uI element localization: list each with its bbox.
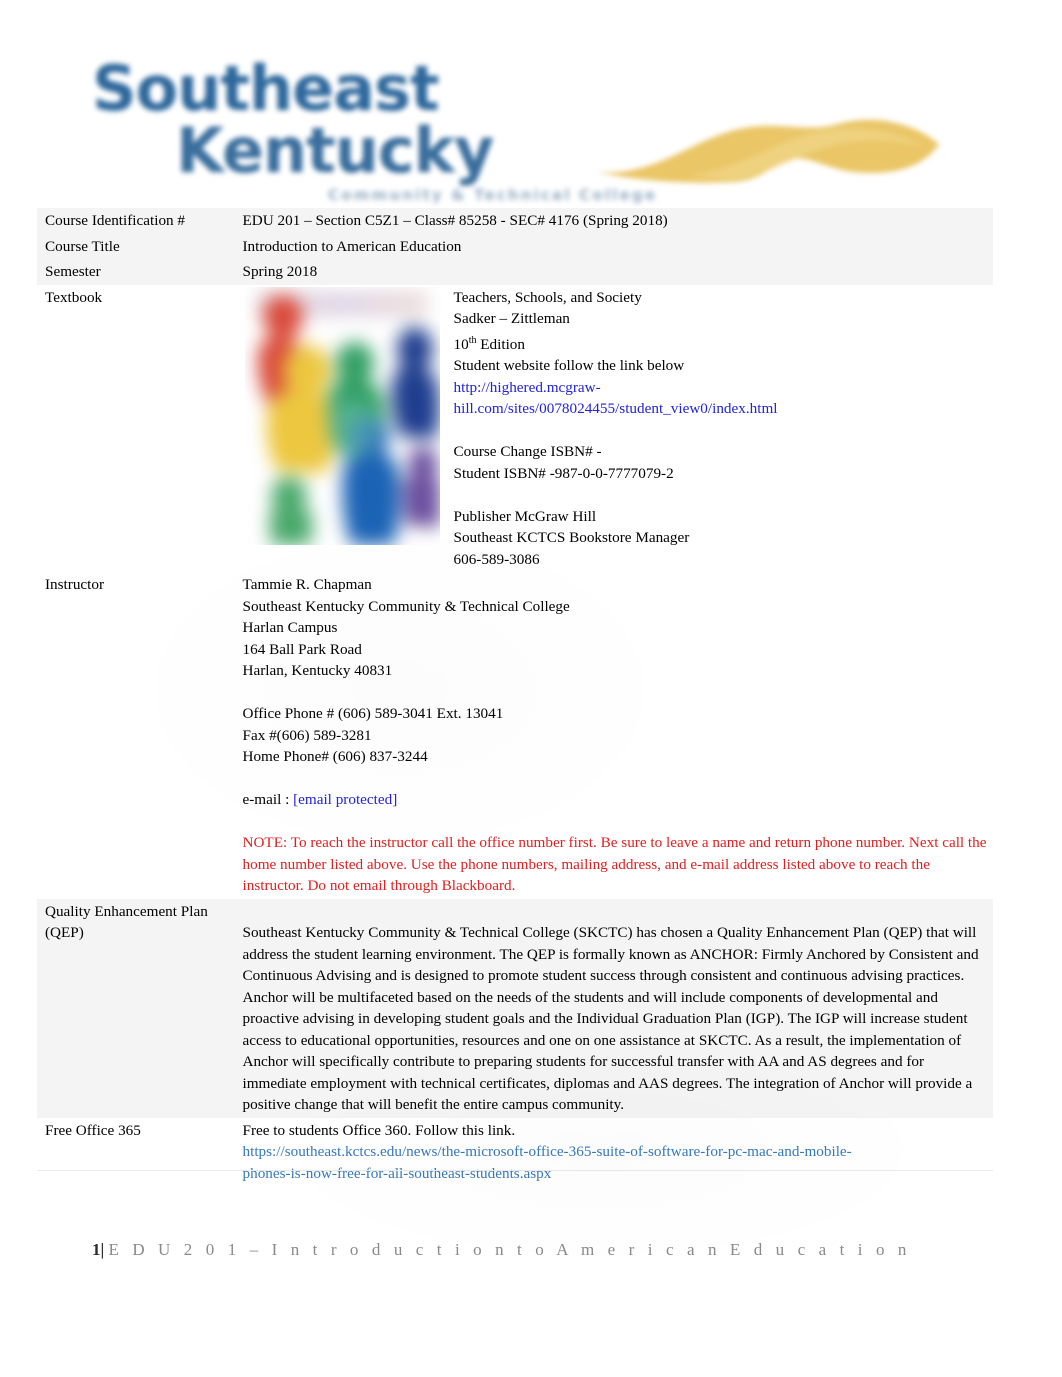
bookstore-manager: Southeast KCTCS Bookstore Manager [453, 529, 690, 547]
office365-intro: Free to students Office 360. Follow this… [242, 1121, 516, 1139]
office365-link-part2[interactable]: phones-is-now-free-for-all-southeast-stu… [243, 1165, 552, 1182]
footer-separator: | [100, 1240, 109, 1259]
instructor-email-row: e-mail : [email protected] [243, 789, 988, 811]
bookstore-phone: 606-589-3086 [453, 550, 540, 568]
row-label: Quality Enhancement Plan (QEP) [37, 898, 235, 1118]
row-value-textbook: Teachers, Schools, and Society Sadker – … [234, 284, 993, 573]
course-info-table: Course Identification # EDU 201 – Sectio… [37, 208, 993, 1187]
qep-paragraph: Southeast Kentucky Community & Technical… [242, 924, 979, 1114]
instructor-fax: Fax #(606) 589-3281 [242, 726, 372, 744]
page-footer: 1| E D U 2 0 1 – I n t r o d u c t i o n… [92, 1240, 911, 1260]
course-change-isbn: Course Change ISBN# - [453, 443, 602, 461]
office365-url-line1[interactable]: https://southeast.kctcs.edu/news/the-mic… [243, 1141, 988, 1163]
logo-subtitle: Community & Technical College [328, 186, 658, 204]
row-label: Course Identification # [37, 208, 235, 234]
cover-figures-icon [257, 294, 440, 545]
logo-word-kentucky: Kentucky [176, 114, 494, 187]
table-row-instructor: Instructor Tammie R. Chapman Southeast K… [37, 572, 993, 899]
right-margin [1000, 0, 1062, 1377]
student-isbn: Student ISBN# -987-0-0-7777079-2 [453, 464, 674, 482]
textbook-title: Teachers, Schools, and Society [453, 288, 642, 306]
row-label: Textbook [37, 284, 235, 573]
instructor-contact-note: NOTE: To reach the instructor call the o… [242, 834, 987, 895]
office365-url-line2[interactable]: phones-is-now-free-for-all-southeast-stu… [243, 1163, 988, 1185]
email-label: e-mail : [242, 791, 294, 809]
publisher: Publisher McGraw Hill [453, 507, 597, 525]
edition-word: Edition [476, 335, 525, 353]
left-margin [0, 0, 33, 1377]
instructor-home-phone: Home Phone# (606) 837-3244 [242, 748, 428, 766]
mcgraw-hill-link-part1[interactable]: http://highered.mcgraw- [454, 379, 601, 396]
table-row-textbook: Textbook Teachers, Schools, and Society … [37, 284, 993, 573]
row-value-instructor: Tammie R. Chapman Southeast Kentucky Com… [234, 572, 993, 899]
instructor-campus: Harlan Campus [242, 619, 338, 637]
instructor-college: Southeast Kentucky Community & Technical… [242, 597, 570, 615]
office365-link-part1[interactable]: https://southeast.kctcs.edu/news/the-mic… [243, 1143, 852, 1160]
textbook-url-line2[interactable]: hill.com/sites/0078024455/student_view0/… [454, 398, 778, 420]
textbook-authors: Sadker – Zittleman [453, 310, 570, 327]
row-value: Introduction to American Education [234, 233, 993, 259]
footer-page-number: 1 [92, 1240, 101, 1259]
row-value: Spring 2018 [234, 259, 993, 285]
logo-artwork: Southeast Kentucky Community & Technical… [88, 26, 939, 204]
table-row-qep: Quality Enhancement Plan (QEP) Southeast… [37, 898, 993, 1118]
row-value-office365: Free to students Office 360. Follow this… [234, 1117, 993, 1187]
instructor-street: 164 Ball Park Road [242, 640, 362, 658]
row-label: Instructor [37, 572, 235, 899]
textbook-edition: 10th Edition [454, 330, 778, 356]
cover-artwork [245, 287, 440, 545]
instructor-city-state-zip: Harlan, Kentucky 40831 [242, 662, 393, 680]
row-label: Course Title [37, 233, 235, 259]
gold-swoosh-icon [597, 119, 939, 183]
textbook-cover-image [244, 286, 440, 545]
row-label: Free Office 365 [37, 1117, 235, 1187]
instructor-email-link[interactable]: [email protected] [293, 791, 397, 808]
mcgraw-hill-link-part2[interactable]: hill.com/sites/0078024455/student_view0/… [454, 400, 778, 417]
document-page: Southeast Kentucky Community & Technical… [0, 0, 1062, 1377]
row-label: Semester [37, 259, 235, 285]
footer-course-text: E D U 2 0 1 – I n t r o d u c t i o n t … [108, 1240, 912, 1259]
table-row: Course Title Introduction to American Ed… [37, 233, 993, 259]
college-logo: Southeast Kentucky Community & Technical… [88, 26, 939, 204]
table-row-office365: Free Office 365 Free to students Office … [37, 1117, 993, 1187]
instructor-office-phone: Office Phone # (606) 589-3041 Ext. 13041 [242, 705, 504, 723]
row-value-qep: Southeast Kentucky Community & Technical… [234, 898, 993, 1118]
textbook-url-line1[interactable]: http://highered.mcgraw- [454, 377, 778, 399]
table-row: Semester Spring 2018 [37, 259, 993, 285]
table-bottom-border [37, 1170, 993, 1171]
textbook-details: Teachers, Schools, and Society Sadker – … [440, 287, 778, 571]
textbook-website-note: Student website follow the link below [453, 357, 685, 375]
instructor-name: Tammie R. Chapman [242, 576, 372, 594]
table-row: Course Identification # EDU 201 – Sectio… [37, 208, 993, 234]
instructor-details: Tammie R. Chapman Southeast Kentucky Com… [243, 574, 988, 897]
row-value: EDU 201 – Section C5Z1 – Class# 85258 - … [234, 208, 993, 234]
edition-number: 10 [453, 335, 469, 353]
